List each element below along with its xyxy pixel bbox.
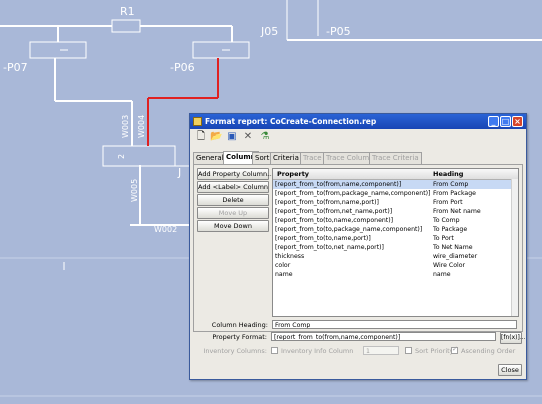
cell-heading: From Comp — [433, 181, 469, 188]
label-w003: W003 — [121, 115, 130, 138]
table-scrollbar[interactable] — [511, 179, 518, 316]
table-row[interactable]: name name — [273, 270, 518, 279]
ascending-order-checkbox[interactable] — [451, 345, 458, 354]
function-button[interactable]: [fn(x)]... — [500, 332, 526, 344]
cell-heading: Wire Color — [433, 262, 466, 269]
tab-criteria[interactable]: Criteria — [270, 152, 302, 164]
cell-heading: wire_diameter — [433, 253, 478, 260]
delete-button[interactable]: Delete — [197, 194, 269, 206]
table-row[interactable]: [report_from_to(to,name,component)] To Co… — [273, 216, 518, 225]
label-p06: -P06 — [170, 61, 195, 74]
inventory-info-column-label: Inventory Info Column — [281, 347, 354, 355]
minimize-button[interactable]: _ — [488, 116, 499, 127]
format-report-dialog: Format report: CoCreate-Connection.rep _… — [189, 113, 527, 380]
save-icon[interactable]: ▣ — [226, 131, 238, 143]
close-window-button[interactable]: × — [512, 116, 523, 127]
cell-property: [report_from_to(from,name,port)] — [275, 199, 379, 206]
dialog-title: Format report: CoCreate-Connection.rep — [205, 117, 377, 126]
cell-heading: To Port — [433, 235, 454, 242]
delete-icon[interactable]: ✕ — [242, 131, 254, 143]
property-format-label: Property Format: — [212, 333, 267, 341]
property-format-row: Property Format: [report_from_to(from,na… — [193, 332, 526, 344]
close-button[interactable]: Close — [498, 364, 522, 376]
column-heading-field[interactable]: From Comp — [272, 320, 517, 329]
inventory-row: Inventory Columns: Inventory Info Column… — [193, 345, 521, 358]
table-row[interactable]: color Wire Color — [273, 261, 518, 270]
label-r1: R1 — [120, 5, 135, 18]
cell-heading: To Comp — [433, 217, 460, 224]
tab-trace-criteria[interactable]: Trace Criteria — [369, 152, 422, 164]
inventory-index-field[interactable]: 1 — [363, 346, 399, 355]
column-heading-row: Column Heading: From Comp — [194, 320, 522, 330]
tab-general[interactable]: General — [193, 152, 227, 164]
label-j: J — [177, 166, 181, 179]
move-up-button[interactable]: Move Up — [197, 207, 269, 219]
resistor-r1 — [111, 19, 141, 33]
cell-property: [report_from_to(from,name,component)] — [275, 181, 402, 188]
header-heading[interactable]: Heading — [433, 169, 463, 179]
ascending-order-label: Ascending Order — [461, 347, 516, 355]
cell-heading: From Port — [433, 199, 463, 206]
table-row[interactable]: [report_from_to(from,name,component)] Fro… — [273, 180, 518, 189]
new-icon[interactable]: 🗋 — [195, 131, 207, 143]
cell-property: color — [275, 262, 291, 269]
cell-heading: From Package — [433, 190, 476, 197]
cell-property: [report_from_to(to,package_name,componen… — [275, 226, 423, 233]
table-row[interactable]: thickness wire_diameter — [273, 252, 518, 261]
sort-priority-checkbox[interactable] — [405, 347, 412, 354]
cell-property: [report_from_to(to,name,component)] — [275, 217, 394, 224]
table-row[interactable]: [report_from_to(to,net_name,port)] To Net… — [273, 243, 518, 252]
app-icon — [193, 117, 202, 126]
label-w005: W005 — [130, 179, 139, 202]
cell-property: [report_from_to(to,name,port)] — [275, 235, 371, 242]
open-icon[interactable]: 📂 — [210, 131, 222, 143]
label-p05: -P05 — [326, 25, 351, 38]
cell-heading: To Net Name — [433, 244, 473, 251]
column-panel: Add Property Column... Add <Label> Colum… — [193, 164, 523, 332]
header-property[interactable]: Property — [277, 169, 309, 179]
move-down-button[interactable]: Move Down — [197, 220, 269, 232]
cell-property: name — [275, 271, 293, 278]
inventory-info-checkbox[interactable] — [271, 347, 278, 354]
columns-table[interactable]: Property Heading [report_from_to(from,na… — [272, 168, 519, 317]
sort-priority-label: Sort Priority — [415, 347, 454, 355]
add-property-column-button[interactable]: Add Property Column... — [197, 168, 273, 180]
cell-heading: To Package — [433, 226, 468, 233]
cell-property: [report_from_to(to,net_name,port)] — [275, 244, 384, 251]
property-format-field[interactable]: [report_from_to(from,name,component)] — [271, 332, 496, 341]
inventory-columns-label: Inventory Columns: — [203, 347, 267, 355]
add-label-column-button[interactable]: Add <Label> Column — [197, 181, 269, 193]
cell-property: [report_from_to(from,net_name,port)] — [275, 208, 393, 215]
label-p07: -P07 — [3, 61, 28, 74]
cell-property: [report_from_to(from,package_name,compon… — [275, 190, 430, 197]
table-row[interactable]: [report_from_to(to,package_name,componen… — [273, 225, 518, 234]
table-header: Property Heading — [273, 169, 518, 180]
cell-heading: name — [433, 271, 451, 278]
label-j05: J05 — [260, 25, 278, 38]
cell-property: thickness — [275, 253, 305, 260]
preview-icon[interactable]: ⚗ — [259, 131, 271, 143]
label-w004: W004 — [137, 115, 146, 138]
table-row[interactable]: [report_from_to(from,package_name,compon… — [273, 189, 518, 198]
label-w002: W002 — [154, 225, 177, 234]
column-heading-label: Column Heading: — [211, 321, 268, 329]
tab-trace[interactable]: Trace — [300, 152, 325, 164]
label-pin-2: 2 — [117, 154, 126, 159]
cell-heading: From Net name — [433, 208, 481, 215]
table-row[interactable]: [report_from_to(from,name,port)] From Por… — [273, 198, 518, 207]
table-row[interactable]: [report_from_to(from,net_name,port)] From… — [273, 207, 518, 216]
table-row[interactable]: [report_from_to(to,name,port)] To Port — [273, 234, 518, 243]
maximize-button[interactable]: □ — [500, 116, 511, 127]
dialog-titlebar[interactable]: Format report: CoCreate-Connection.rep _… — [190, 114, 526, 129]
